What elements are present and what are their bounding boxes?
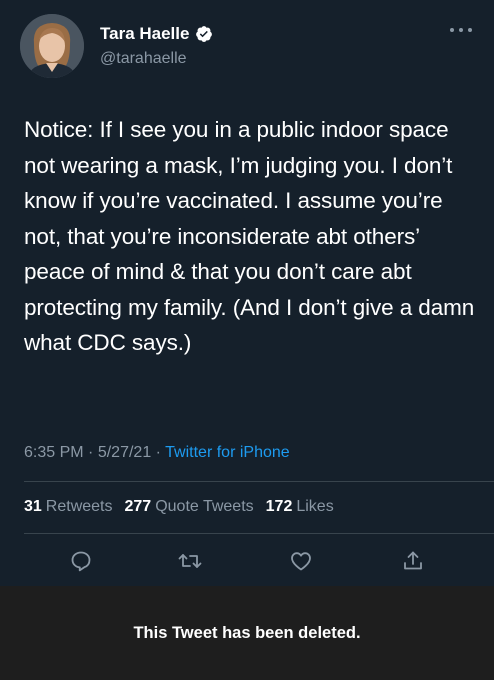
- deleted-tweet-banner: This Tweet has been deleted.: [0, 586, 494, 680]
- name-row: Tara Haelle: [100, 24, 213, 44]
- more-options-icon[interactable]: [450, 26, 472, 34]
- profile-photo: [20, 14, 84, 78]
- likes-stat[interactable]: 172 Likes: [266, 498, 334, 516]
- tweet-stats: 31 Retweets 277 Quote Tweets 172 Likes: [24, 498, 334, 516]
- tweet-text: Notice: If I see you in a public indoor …: [24, 117, 475, 355]
- reply-button[interactable]: [66, 546, 96, 576]
- tweet-meta: 6:35 PM · 5/27/21 · Twitter for iPhone: [24, 444, 290, 462]
- tweet-date: 5/27/21: [97, 444, 152, 461]
- tweet-card: Tara Haelle @tarahaelle Notice: If I see…: [0, 0, 494, 586]
- user-handle[interactable]: @tarahaelle: [100, 50, 187, 68]
- meta-separator: ·: [88, 444, 94, 461]
- action-bar: [0, 546, 494, 580]
- divider: [24, 481, 494, 482]
- quote-tweets-stat[interactable]: 277 Quote Tweets: [125, 498, 254, 516]
- reply-icon: [71, 551, 91, 572]
- deleted-message: This Tweet has been deleted.: [133, 623, 361, 642]
- display-name[interactable]: Tara Haelle: [100, 24, 189, 44]
- tweet-time: 6:35 PM: [24, 444, 84, 461]
- retweet-icon: [178, 554, 202, 568]
- meta-separator: ·: [155, 444, 161, 461]
- share-icon: [404, 551, 422, 570]
- divider: [24, 533, 494, 534]
- avatar[interactable]: [20, 14, 84, 78]
- like-button[interactable]: [286, 546, 316, 576]
- verified-badge-icon: [196, 26, 213, 42]
- like-icon: [291, 552, 311, 571]
- share-button[interactable]: [398, 546, 428, 576]
- retweet-button[interactable]: [175, 546, 205, 576]
- tweet-source-link[interactable]: Twitter for iPhone: [165, 444, 290, 461]
- retweets-stat[interactable]: 31 Retweets: [24, 498, 113, 516]
